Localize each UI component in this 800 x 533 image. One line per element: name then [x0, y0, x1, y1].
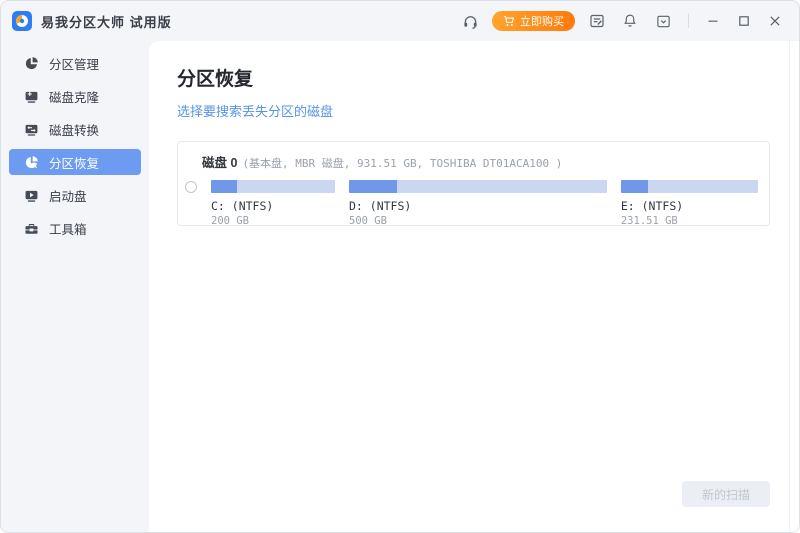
page-subtitle: 选择要搜索丢失分区的磁盘: [177, 101, 770, 120]
partition-c-used: [211, 180, 237, 193]
sidebar-item-partition-recovery[interactable]: 分区恢复: [9, 149, 141, 175]
app-window: 易我分区大师 试用版 立即购买: [0, 0, 800, 533]
partition-e-label: E: (NTFS): [621, 199, 758, 213]
sidebar-item-label: 分区管理: [49, 54, 99, 73]
boot-disk-icon: [23, 187, 39, 203]
sidebar-item-disk-convert[interactable]: 磁盘转换: [9, 116, 141, 142]
app-logo-icon: [12, 11, 32, 31]
partition-e-used: [621, 180, 648, 193]
sidebar-item-label: 工具箱: [49, 219, 87, 238]
sidebar-item-label: 启动盘: [49, 186, 87, 205]
partition-e-size: 231.51 GB: [621, 215, 758, 227]
partition-c-bar: [211, 180, 335, 193]
main-content: 分区恢复 选择要搜索丢失分区的磁盘 磁盘 0 (基本盘, MBR 磁盘, 931…: [149, 41, 799, 532]
page-title: 分区恢复: [177, 64, 770, 91]
partition-d-size: 500 GB: [349, 215, 607, 227]
titlebar-separator: [688, 14, 689, 28]
sidebar-item-boot-disk[interactable]: 启动盘: [9, 182, 141, 208]
disk-name: 磁盘 0: [202, 152, 237, 171]
partition-bars: C: (NTFS) 200 GB D: (NTFS) 500 GB E: (NT…: [211, 180, 758, 227]
buy-now-label: 立即购买: [520, 13, 564, 29]
sidebar-item-label: 磁盘克隆: [49, 87, 99, 106]
disk-body: C: (NTFS) 200 GB D: (NTFS) 500 GB E: (NT…: [178, 180, 758, 227]
disk-clone-icon: [23, 88, 39, 104]
partition-d-bar: [349, 180, 607, 193]
disk-panel[interactable]: 磁盘 0 (基本盘, MBR 磁盘, 931.51 GB, TOSHIBA DT…: [177, 141, 770, 226]
app-title: 易我分区大师 试用版: [41, 12, 172, 31]
new-scan-button[interactable]: 新的扫描: [682, 481, 770, 507]
feedback-note-icon[interactable]: [586, 10, 608, 32]
minimize-button[interactable]: [703, 11, 723, 31]
partition-c-label: C: (NTFS): [211, 199, 335, 213]
close-button[interactable]: [765, 11, 785, 31]
partition-e-bar: [621, 180, 758, 193]
scrollbar-track[interactable]: [789, 41, 790, 532]
titlebar: 易我分区大师 试用版 立即购买: [1, 1, 799, 41]
sidebar-item-disk-clone[interactable]: 磁盘克隆: [9, 83, 141, 109]
partition-d-used: [349, 180, 397, 193]
version-dropdown-icon[interactable]: [652, 10, 674, 32]
disk-header: 磁盘 0 (基本盘, MBR 磁盘, 931.51 GB, TOSHIBA DT…: [178, 152, 758, 171]
partition-d-label: D: (NTFS): [349, 199, 607, 213]
disk-select-radio[interactable]: [185, 181, 197, 193]
partition-d[interactable]: D: (NTFS) 500 GB: [349, 180, 607, 227]
toolbox-icon: [23, 220, 39, 236]
support-headset-icon[interactable]: [459, 10, 481, 32]
pie-chart-icon: [23, 55, 39, 71]
cart-icon: [503, 15, 515, 27]
sidebar-item-partition-management[interactable]: 分区管理: [9, 50, 141, 76]
disk-details: (基本盘, MBR 磁盘, 931.51 GB, TOSHIBA DT01ACA…: [242, 155, 562, 171]
partition-c[interactable]: C: (NTFS) 200 GB: [211, 180, 335, 227]
partition-e[interactable]: E: (NTFS) 231.51 GB: [621, 180, 758, 227]
partition-recovery-icon: [23, 154, 39, 170]
disk-convert-icon: [23, 121, 39, 137]
sidebar-item-label: 磁盘转换: [49, 120, 99, 139]
maximize-button[interactable]: [734, 11, 754, 31]
titlebar-actions: 立即购买: [459, 10, 785, 32]
notifications-bell-icon[interactable]: [619, 10, 641, 32]
sidebar-item-label: 分区恢复: [49, 153, 99, 172]
sidebar-item-toolbox[interactable]: 工具箱: [9, 215, 141, 241]
buy-now-button[interactable]: 立即购买: [492, 11, 575, 31]
sidebar: 分区管理 磁盘克隆 磁盘转换: [1, 41, 149, 532]
partition-c-size: 200 GB: [211, 215, 335, 227]
